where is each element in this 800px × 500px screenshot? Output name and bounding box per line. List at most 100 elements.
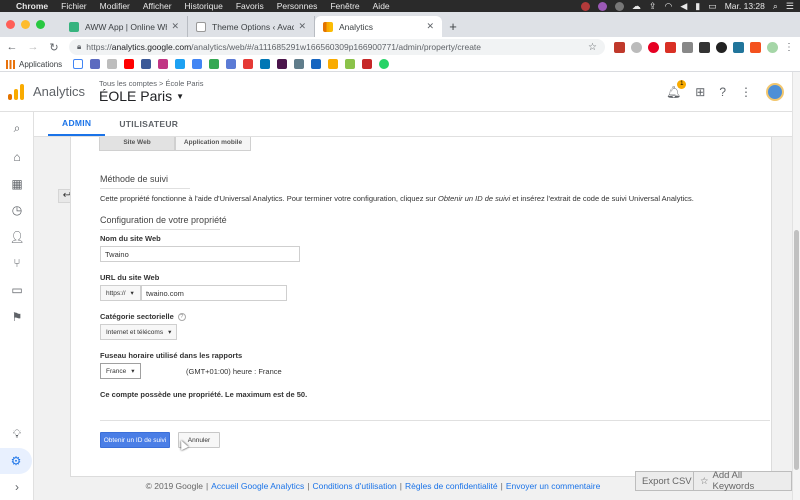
- bookmark-icon[interactable]: [345, 59, 356, 69]
- analytics-logo-icon[interactable]: [8, 83, 24, 100]
- apps-grid-icon[interactable]: ⊞: [695, 85, 705, 99]
- forward-arrow-icon[interactable]: →: [27, 41, 39, 53]
- wordpress-icon[interactable]: [733, 41, 744, 53]
- tab-utilisateur[interactable]: UTILISATEUR: [105, 112, 192, 136]
- menu-aide[interactable]: Aide: [373, 1, 390, 11]
- apps-shortcut[interactable]: Applications: [6, 59, 62, 69]
- get-tracking-id-button[interactable]: Obtenir un ID de suivi: [100, 432, 170, 448]
- bookmark-icon[interactable]: [107, 59, 118, 69]
- behavior-icon[interactable]: ▭: [0, 283, 34, 297]
- slack-icon[interactable]: [277, 59, 288, 69]
- account-breadcrumb[interactable]: Tous les comptes > École Paris: [99, 79, 203, 88]
- menu-personnes[interactable]: Personnes: [277, 1, 318, 11]
- search-icon[interactable]: ⌕: [0, 121, 34, 136]
- extension-icon[interactable]: [699, 41, 710, 53]
- realtime-clock-icon[interactable]: ◷: [0, 203, 34, 217]
- site-name-field[interactable]: Twaino: [100, 246, 300, 262]
- menu-modifier[interactable]: Modifier: [100, 1, 130, 11]
- bookmark-icon[interactable]: [294, 59, 305, 69]
- add-all-keywords-button[interactable]: ☆ Add All Keywords: [693, 470, 792, 492]
- segment-app-mobile[interactable]: Application mobile: [175, 137, 251, 151]
- maximize-window-button[interactable]: [36, 20, 45, 29]
- wifi-icon[interactable]: ◠: [664, 1, 672, 12]
- record-icon[interactable]: [580, 1, 590, 11]
- minimize-window-button[interactable]: [21, 20, 30, 29]
- bookmark-icon[interactable]: [243, 59, 254, 69]
- extension-icon[interactable]: [716, 41, 727, 53]
- timezone-country-dropdown[interactable]: France ▾: [100, 363, 141, 379]
- youtube-icon[interactable]: [124, 59, 135, 69]
- page-scrollbar[interactable]: [792, 72, 800, 500]
- menu-clock[interactable]: Mar. 13:28: [725, 1, 765, 11]
- admin-gear-icon[interactable]: ⚙: [0, 448, 32, 474]
- pinterest-icon[interactable]: [648, 41, 659, 53]
- google-bookmark-icon[interactable]: [73, 59, 84, 69]
- more-vert-icon[interactable]: ⋮: [740, 85, 752, 99]
- acquisition-icon[interactable]: ⑂: [0, 256, 34, 270]
- search-icon[interactable]: ⌕: [773, 1, 778, 12]
- avatar[interactable]: [766, 82, 784, 101]
- volume-icon[interactable]: ◀: [680, 1, 687, 12]
- url-text[interactable]: https://analytics.google.com/analytics/w…: [86, 42, 588, 52]
- menu-list-icon[interactable]: ☰: [786, 1, 794, 12]
- product-name[interactable]: Analytics: [33, 84, 85, 99]
- extension-icon[interactable]: [750, 41, 761, 53]
- bookmark-icon[interactable]: [226, 59, 237, 69]
- extension-icon[interactable]: [682, 41, 693, 53]
- linkedin-icon[interactable]: [260, 59, 271, 69]
- help-icon[interactable]: ?: [177, 313, 186, 322]
- menu-app-name[interactable]: Chrome: [16, 1, 48, 11]
- segment-site-web[interactable]: Site Web: [99, 137, 175, 151]
- conversions-flag-icon[interactable]: ⚑: [0, 310, 34, 324]
- instagram-icon[interactable]: [158, 59, 169, 69]
- discover-bulb-icon[interactable]: 💡︎: [0, 427, 34, 442]
- menu-fenetre[interactable]: Fenêtre: [330, 1, 359, 11]
- chrome-menu-icon[interactable]: ⋮: [784, 42, 794, 53]
- flag-fr-icon[interactable]: ▮: [695, 1, 700, 12]
- browser-tab-analytics[interactable]: Analytics ✕: [315, 16, 442, 37]
- account-name[interactable]: ÉOLE Paris ▼: [99, 88, 203, 104]
- new-tab-button[interactable]: +: [442, 16, 464, 37]
- menu-fichier[interactable]: Fichier: [61, 1, 87, 11]
- trello-icon[interactable]: [311, 59, 322, 69]
- account-selector[interactable]: Tous les comptes > École Paris ÉOLE Pari…: [99, 79, 203, 104]
- extension-icon[interactable]: [665, 41, 676, 53]
- customization-icon[interactable]: ▦: [0, 177, 34, 191]
- bookmark-icon[interactable]: [209, 59, 220, 69]
- menu-afficher[interactable]: Afficher: [143, 1, 172, 11]
- footer-link-terms[interactable]: Conditions d'utilisation: [312, 481, 396, 491]
- reload-icon[interactable]: ↻: [48, 41, 60, 54]
- footer-link-feedback[interactable]: Envoyer un commentaire: [506, 481, 601, 491]
- close-icon[interactable]: ✕: [171, 21, 179, 32]
- whatsapp-icon[interactable]: [379, 59, 390, 69]
- cloud-icon[interactable]: ☁: [632, 1, 641, 12]
- bookmark-icon[interactable]: [192, 59, 203, 69]
- menu-historique[interactable]: Historique: [185, 1, 223, 11]
- profile-icon[interactable]: [767, 41, 778, 53]
- menu-favoris[interactable]: Favoris: [236, 1, 264, 11]
- bookmark-icon[interactable]: [90, 59, 101, 69]
- audience-person-icon[interactable]: 👤︎: [0, 230, 34, 244]
- address-bar[interactable]: 🔒︎ https://analytics.google.com/analytic…: [69, 39, 605, 55]
- notifications-bell-icon[interactable]: 🔔︎ 1: [666, 79, 687, 99]
- close-window-button[interactable]: [6, 20, 15, 29]
- twitter-icon[interactable]: [175, 59, 186, 69]
- scrollbar-thumb[interactable]: [794, 230, 799, 470]
- facebook-icon[interactable]: [141, 59, 152, 69]
- browser-tab-avada[interactable]: Theme Options ‹ Avada Seo — ✕: [188, 16, 315, 37]
- category-dropdown[interactable]: Internet et télécoms ▾: [100, 324, 178, 340]
- site-url-field[interactable]: twaino.com: [141, 285, 287, 301]
- analytics-bookmark-icon[interactable]: [328, 59, 339, 69]
- home-icon[interactable]: ⌂: [0, 150, 34, 164]
- browser-tab-aww[interactable]: AWW App | Online Whiteboard ✕: [61, 16, 188, 37]
- lock-icon[interactable]: 🔒︎: [77, 42, 81, 52]
- footer-link-privacy[interactable]: Règles de confidentialité: [405, 481, 498, 491]
- bookmark-icon[interactable]: [362, 59, 373, 69]
- sync-icon[interactable]: [614, 1, 624, 11]
- footer-link-home[interactable]: Accueil Google Analytics: [211, 481, 304, 491]
- protocol-dropdown[interactable]: https://▾: [100, 285, 141, 301]
- extension-icon[interactable]: [631, 41, 642, 53]
- bookmark-star-icon[interactable]: ☆: [588, 42, 597, 53]
- upload-icon[interactable]: ⇪: [649, 1, 657, 12]
- extension-icon[interactable]: [614, 41, 625, 53]
